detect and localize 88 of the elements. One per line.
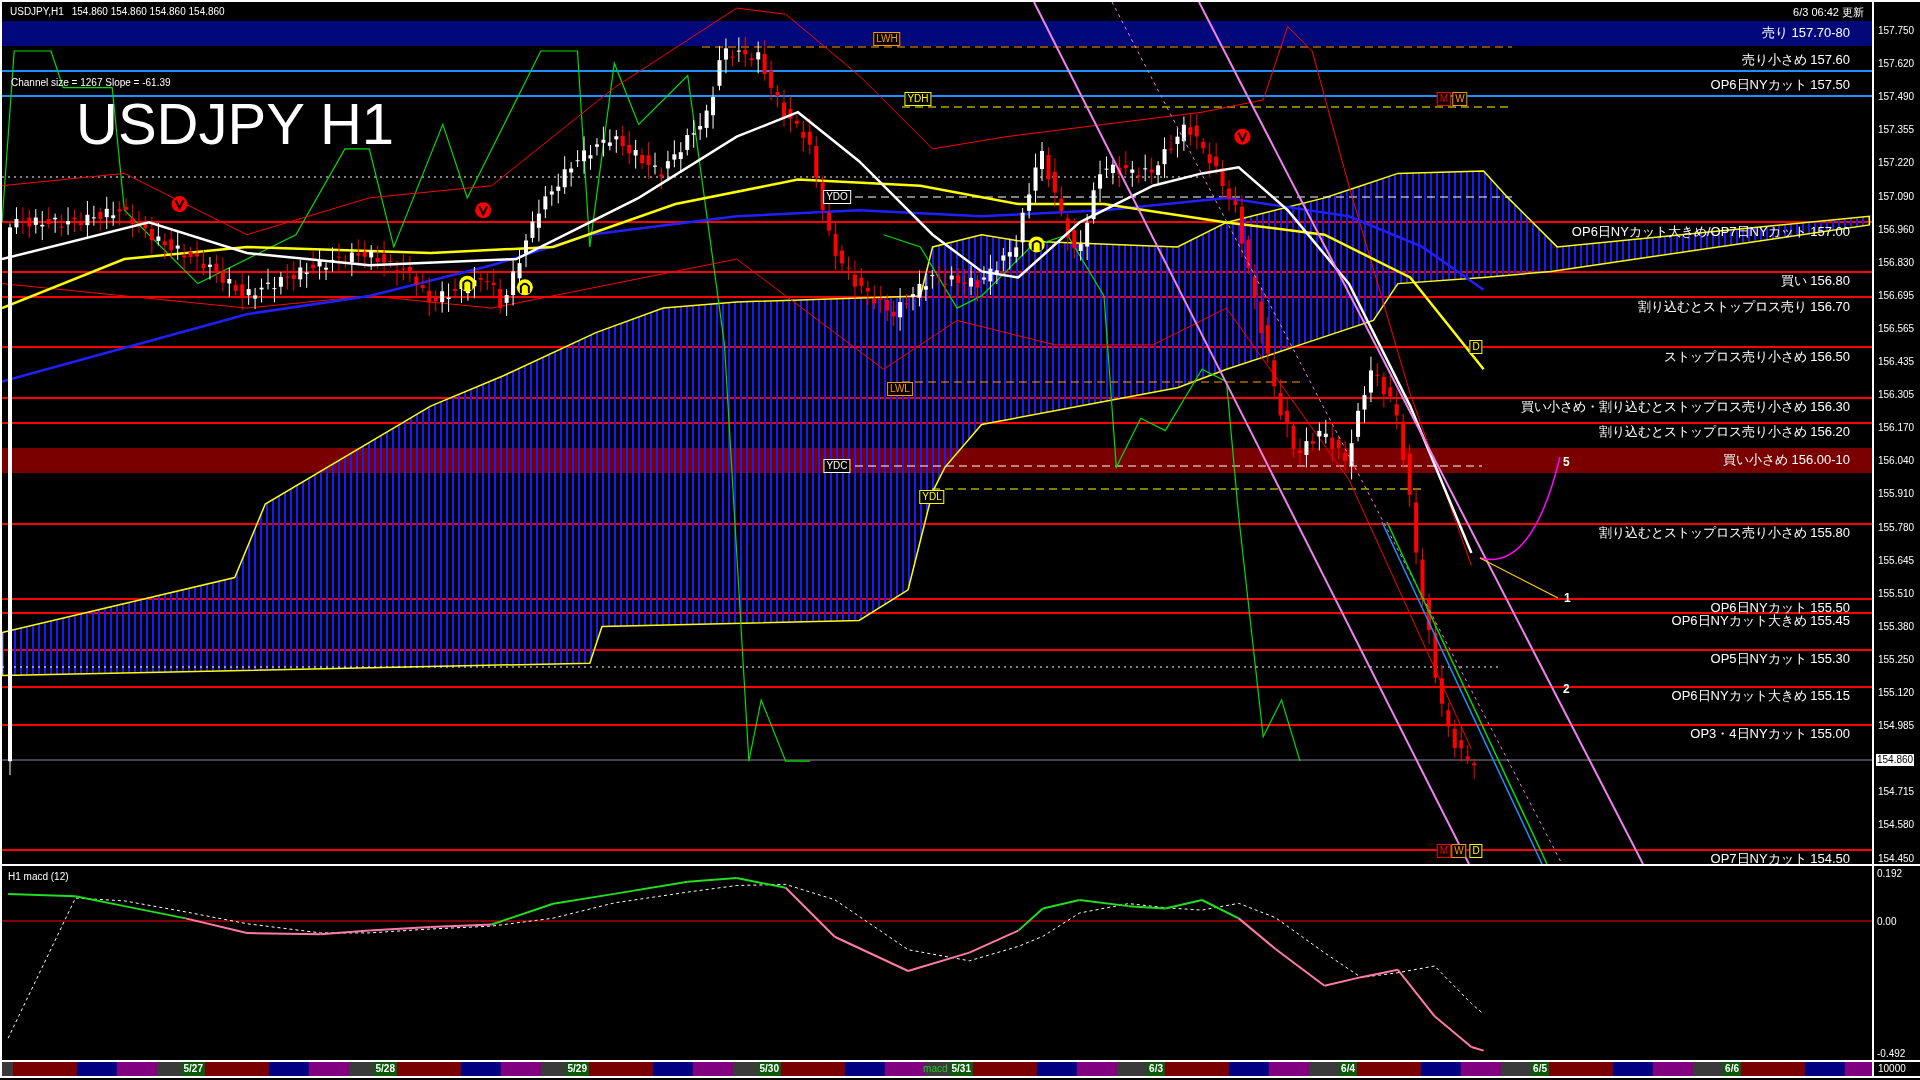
arch-icon: [1028, 236, 1045, 253]
price-axis-tick: 154.985: [1877, 720, 1916, 733]
wave-number: 5: [1563, 454, 1570, 471]
price-level-label: OP5日NYカット 155.30: [1710, 652, 1850, 665]
chart-marker-tag: W: [1451, 844, 1467, 858]
price-level-label: 割り込むとストップロス売り小さめ 156.20: [1598, 425, 1850, 438]
price-level-label: OP6日NYカット大きめ 155.15: [1671, 689, 1850, 702]
price-axis-tick: 155.780: [1877, 521, 1916, 534]
price-axis-tick: 157.750: [1877, 25, 1916, 37]
day-color-segment: [1077, 1062, 1117, 1076]
price-level-label: OP6日NYカット 157.50: [1710, 78, 1850, 91]
price-axis-tick: 157.355: [1877, 124, 1916, 137]
macd-axis-tick: 0.192: [1877, 866, 1903, 881]
price-axis-tick: 156.565: [1877, 322, 1916, 335]
day-color-segment: [1269, 1062, 1309, 1076]
symbol-label: USDJPY,H1: [10, 5, 64, 19]
macd-axis-tick: -0.492: [1877, 1046, 1906, 1061]
date-label: 5/28: [373, 1062, 397, 1076]
down-arrow-icon: [1234, 128, 1251, 145]
price-level-label: OP6日NYカット大きめ 155.45: [1671, 614, 1850, 627]
price-level-label: 買い小さめ・割り込むとストップロス売り小さめ 156.30: [1520, 400, 1850, 413]
price-axis-tick: 156.830: [1877, 256, 1916, 269]
down-arrow-icon: [475, 202, 492, 219]
date-label: 6/4: [1339, 1062, 1357, 1076]
ohlc-prices: 154.860 154.860 154.860 154.860: [71, 5, 225, 19]
price-axis-tick: 157.620: [1877, 58, 1916, 71]
day-color-segment: [693, 1062, 733, 1076]
price-level-label: ストップロス売り小さめ 156.50: [1663, 350, 1850, 363]
price-axis-tick: 154.715: [1877, 786, 1916, 799]
day-color-segment: [501, 1062, 541, 1076]
arch-icon: [459, 275, 476, 292]
chart-marker-tag: LWH: [873, 32, 901, 46]
macd-axis-tick: 0.00: [1877, 914, 1897, 929]
chart-marker-tag: W: [1452, 92, 1468, 106]
price-level-label: OP7日NYカット 154.50: [1710, 852, 1850, 864]
price-axis-tick: 155.645: [1877, 554, 1916, 567]
day-color-segment: [309, 1062, 349, 1076]
chart-marker-tag: LWL: [887, 382, 913, 396]
date-label: 6/3: [1147, 1062, 1165, 1076]
price-axis-tick: 155.510: [1877, 587, 1916, 600]
price-axis-tick: 156.170: [1877, 422, 1916, 435]
chart-marker-tag: D: [1469, 340, 1483, 354]
price-level-label: 売り 157.70-80: [1761, 26, 1850, 39]
price-axis-tick: 155.120: [1877, 687, 1916, 699]
price-level-label: OP6日NYカット 155.50: [1710, 601, 1850, 614]
price-axis-tick: 154.580: [1877, 819, 1916, 832]
date-label: 6/5: [1531, 1062, 1549, 1076]
chart-marker-tag: YDL: [919, 490, 945, 504]
date-label: 5/30: [757, 1062, 781, 1076]
price-level-label: 割り込むとストップロス売り 156.70: [1637, 300, 1850, 313]
chart-marker-tag: M: [1436, 92, 1452, 106]
chart-marker-tag: YDC: [823, 459, 851, 473]
price-axis-tick: 155.250: [1877, 653, 1916, 666]
day-color-segment: [885, 1062, 925, 1076]
date-label: 6/6: [1723, 1062, 1741, 1076]
price-axis-tick: 156.305: [1877, 389, 1916, 402]
price-axis-tick: 157.490: [1877, 91, 1916, 104]
price-axis-tick: 156.695: [1877, 289, 1916, 302]
day-color-segment: [1653, 1062, 1693, 1076]
chart-marker-tag: YDH: [904, 92, 932, 106]
price-level-label: 買い 156.80: [1780, 274, 1850, 287]
date-label: 5/29: [565, 1062, 589, 1076]
price-axis-tick: 157.220: [1877, 157, 1916, 170]
arch-icon: [516, 279, 533, 296]
price-level-label: OP3・4日NYカット 155.00: [1690, 727, 1850, 740]
date-label: 5/27: [181, 1062, 205, 1076]
day-color-segment: [117, 1062, 157, 1076]
price-axis-tick: 157.090: [1877, 190, 1916, 203]
price-axis-tick: 154.450: [1877, 852, 1916, 865]
macd-title: H1 macd (12): [8, 870, 69, 884]
price-level-label: 買い小さめ 156.00-10: [1722, 453, 1850, 466]
price-level-label: 割り込むとストップロス売り小さめ 155.80: [1598, 526, 1850, 539]
chart-marker-tag: M: [1436, 844, 1452, 858]
date-label: 5/31: [949, 1062, 973, 1076]
current-price-tag: 154.860: [1876, 754, 1915, 766]
price-axis-tick: 155.380: [1877, 620, 1916, 633]
price-level-label: 売り小さめ 157.60: [1741, 53, 1850, 66]
price-axis-tick: 156.960: [1877, 223, 1916, 236]
volume-label: 10000: [1877, 1062, 1907, 1076]
day-color-segment: [1461, 1062, 1501, 1076]
price-axis-tick: 156.435: [1877, 356, 1916, 368]
chart-marker-tag: D: [1469, 844, 1483, 858]
down-arrow-icon: [171, 196, 188, 213]
indicator-note: macd: [923, 1064, 948, 1074]
chart-marker-tag: YDO: [823, 190, 851, 204]
update-time: 6/3 06:42 更新: [1793, 5, 1864, 20]
price-axis-tick: 155.910: [1877, 488, 1916, 501]
price-axis-tick: 156.040: [1877, 455, 1916, 468]
